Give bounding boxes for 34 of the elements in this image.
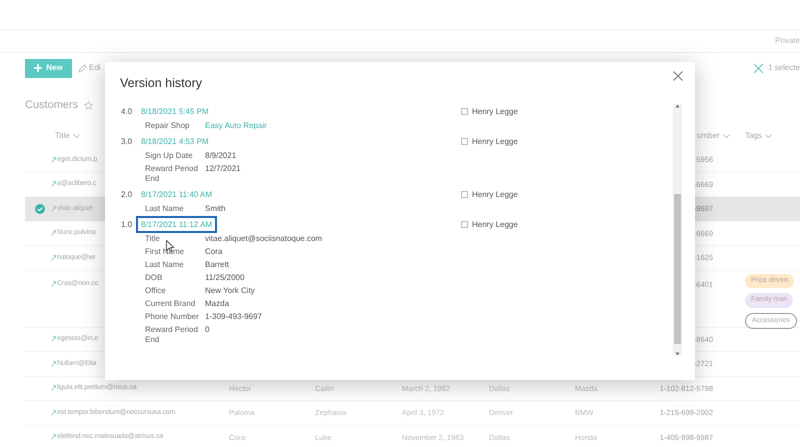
field-value: vitae.aliquet@sociisnatoque.com xyxy=(205,234,322,244)
modified-by: Henry Legge xyxy=(472,106,518,118)
version-number: 1.0 xyxy=(120,218,134,230)
field-value: Mazda xyxy=(205,299,230,309)
field-label: Sign Up Date xyxy=(145,151,194,161)
modified-by: Henry Legge xyxy=(472,188,518,200)
privacy-label: Private xyxy=(775,35,800,47)
field-value: 0 xyxy=(205,325,210,336)
field-value: 11/25/2000 xyxy=(205,273,244,283)
field-label: Last Name xyxy=(145,204,185,214)
field-label: Office xyxy=(145,286,167,296)
field-value: Cora xyxy=(205,247,222,257)
selection-count: 1 selecte xyxy=(768,62,800,74)
version-number: 2.0 xyxy=(120,188,134,200)
field-label: Reward Period End xyxy=(145,164,199,184)
version-number: 4.0 xyxy=(120,106,134,118)
field-label: Last Name xyxy=(145,260,185,270)
field-value: 12/7/2021 xyxy=(205,164,241,175)
dialog-title: Version history xyxy=(120,76,202,92)
field-label: DOB xyxy=(145,273,164,283)
field-label: Current Brand xyxy=(145,299,196,309)
field-label: Phone Number xyxy=(145,312,200,322)
field-value: New York City xyxy=(205,286,255,296)
field-label: Reward Period End xyxy=(145,325,199,345)
field-value: Smith xyxy=(205,204,226,214)
field-label: Title xyxy=(145,234,161,244)
field-label: Repair Shop xyxy=(145,121,190,131)
field-value: Barrett xyxy=(205,260,230,270)
field-value: 1-309-493-9697 xyxy=(205,312,262,322)
field-value: 8/9/2021 xyxy=(205,151,236,161)
list-title: Customers xyxy=(25,98,78,113)
version-number: 3.0 xyxy=(120,136,134,148)
modified-by: Henry Legge xyxy=(472,218,518,230)
modified-by: Henry Legge xyxy=(472,136,518,148)
